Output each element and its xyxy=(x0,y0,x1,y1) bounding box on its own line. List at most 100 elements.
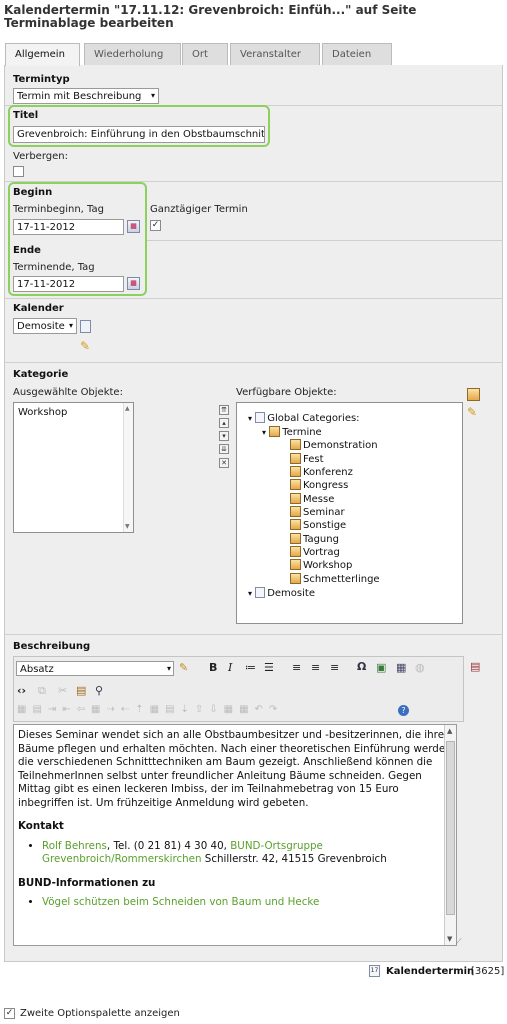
paste-icon[interactable]: ▤ xyxy=(76,684,86,698)
brush-icon[interactable]: ✎ xyxy=(179,661,188,675)
tree-item-label: Workshop xyxy=(303,560,353,571)
kalender-value: Demosite xyxy=(17,321,65,332)
editor-toggle-icon[interactable]: ▤ xyxy=(470,660,480,674)
tree-item[interactable]: Kongress xyxy=(290,479,348,492)
copy-icon[interactable]: ⧉ xyxy=(38,684,46,698)
selected-objects-label: Ausgewählte Objekte: xyxy=(13,387,123,398)
tab-dateien[interactable]: Dateien xyxy=(322,43,392,65)
new-record-icon[interactable] xyxy=(467,388,480,401)
tree-root[interactable]: ▾ Global Categories: xyxy=(248,412,360,425)
allday-label: Ganztägiger Termin xyxy=(150,204,248,215)
tree-item[interactable]: Demonstration xyxy=(290,439,378,452)
tree-item[interactable]: Sonstige xyxy=(290,519,346,532)
tree-root-label: Global Categories: xyxy=(267,413,360,424)
allday-checkbox[interactable]: ✓ xyxy=(150,220,161,231)
format-select[interactable]: Absatz ▾ xyxy=(16,661,174,676)
divider xyxy=(146,240,503,241)
folder-icon xyxy=(290,506,301,517)
remove-button[interactable]: ✕ xyxy=(219,458,229,468)
move-down-button[interactable]: ▾ xyxy=(219,431,229,441)
pencil-icon[interactable]: ✎ xyxy=(467,406,477,418)
divider xyxy=(4,634,503,635)
expand-icon[interactable]: ▾ xyxy=(248,589,252,598)
link-icon[interactable]: ◍ xyxy=(415,661,425,675)
verbergen-label: Verbergen: xyxy=(13,151,68,162)
tree-item[interactable]: Tagung xyxy=(290,533,339,546)
expand-icon[interactable]: ▾ xyxy=(262,428,266,437)
scrollbar[interactable]: ▲ ▼ xyxy=(123,403,133,532)
tree-root[interactable]: ▾ Demosite xyxy=(248,587,315,600)
tree-item-label: Kongress xyxy=(303,480,349,491)
scroll-thumb[interactable] xyxy=(446,741,455,915)
special-char-icon[interactable]: Ω xyxy=(357,660,366,674)
tree-item[interactable]: Fest xyxy=(290,453,324,466)
termintyp-select[interactable]: Termin mit Beschreibung ▾ xyxy=(13,88,159,104)
tree-item[interactable]: Messe xyxy=(290,493,334,506)
tab-veranstalter[interactable]: Veranstalter xyxy=(230,43,320,65)
beschreibung-label: Beschreibung xyxy=(13,641,91,652)
tree-item-label: Seminar xyxy=(303,507,345,518)
align-right-icon[interactable]: ≡ xyxy=(330,661,339,675)
tree-item[interactable]: Workshop xyxy=(290,559,352,572)
calendar-icon: 17 xyxy=(369,965,380,977)
termintyp-label: Termintyp xyxy=(13,74,70,85)
move-up-button[interactable]: ▴ xyxy=(219,418,229,428)
tree-item-label: Demonstration xyxy=(303,440,378,451)
page-icon[interactable] xyxy=(80,320,91,333)
folder-icon xyxy=(290,479,301,490)
available-objects-label: Verfügbare Objekte: xyxy=(236,387,337,398)
tree-folder[interactable]: ▾ Termine xyxy=(262,426,322,439)
chevron-down-icon: ▾ xyxy=(166,664,171,673)
move-bottom-button[interactable]: ⇊ xyxy=(219,444,229,454)
tree-item[interactable]: Schmetterlinge xyxy=(290,573,380,586)
selected-objects-list[interactable]: Workshop ▲ ▼ xyxy=(13,402,134,533)
table-icon[interactable]: ▦ xyxy=(396,661,406,675)
highlight-titel xyxy=(8,105,270,147)
tree-item[interactable]: Seminar xyxy=(290,506,345,519)
tab-ort[interactable]: Ort xyxy=(182,43,228,65)
expand-icon[interactable]: ▾ xyxy=(248,414,252,423)
unordered-list-icon[interactable]: ☰ xyxy=(264,661,274,675)
rich-text-editor[interactable]: Dieses Seminar wendet sich an alle Obstb… xyxy=(13,724,457,946)
italic-icon[interactable]: I xyxy=(228,661,232,675)
ordered-list-icon[interactable]: ≔ xyxy=(245,661,256,675)
page-icon xyxy=(255,412,266,423)
page-title: Kalendertermin "17.11.12: Grevenbroich: … xyxy=(4,3,417,30)
highlight-dates xyxy=(8,182,147,296)
tab-wiederholung[interactable]: Wiederholung xyxy=(84,43,181,65)
chevron-down-icon: ▾ xyxy=(150,91,155,100)
image-icon[interactable]: ▣ xyxy=(376,661,386,675)
info-list: Vögel schützen beim Schneiden von Baum u… xyxy=(42,896,452,910)
list-item[interactable]: Workshop xyxy=(18,407,67,418)
folder-icon xyxy=(290,519,301,530)
contact-link[interactable]: Rolf Behrens xyxy=(42,840,107,852)
pencil-icon[interactable]: ✎ xyxy=(80,340,90,352)
divider xyxy=(4,362,503,363)
info-link[interactable]: Vögel schützen beim Schneiden von Baum u… xyxy=(42,896,319,908)
tree-item[interactable]: Konferenz xyxy=(290,466,353,479)
tree-item[interactable]: Vortrag xyxy=(290,546,340,559)
find-icon[interactable]: ⚲ xyxy=(95,684,103,698)
cut-icon[interactable]: ✂ xyxy=(58,684,67,698)
scroll-up-icon[interactable]: ▲ xyxy=(447,727,452,735)
help-icon[interactable]: ? xyxy=(398,705,409,716)
verbergen-checkbox[interactable] xyxy=(13,166,24,177)
tree-folder-label: Termine xyxy=(282,427,322,438)
scroll-down-icon[interactable]: ▼ xyxy=(447,935,452,943)
editor-scrollbar[interactable]: ▲ ▼ xyxy=(444,725,456,945)
move-top-button[interactable]: ⇈ xyxy=(219,405,229,415)
kontakt-list: Rolf Behrens, Tel. (0 21 81) 4 30 40, BU… xyxy=(42,840,452,867)
align-left-icon[interactable]: ≡ xyxy=(292,661,301,675)
source-code-icon[interactable]: ‹› xyxy=(17,684,26,698)
tab-allgemein[interactable]: Allgemein xyxy=(5,43,80,66)
resize-handle[interactable]: ⟋ xyxy=(456,937,462,947)
align-center-icon[interactable]: ≡ xyxy=(311,661,320,675)
options-checkbox[interactable]: ✓ xyxy=(4,1008,15,1019)
tree-item-label: Schmetterlinge xyxy=(303,574,380,585)
record-type: Kalendertermin xyxy=(386,966,475,977)
category-tree[interactable]: ▾ Global Categories: ▾ Termine Demonstra… xyxy=(236,402,463,624)
folder-icon xyxy=(290,573,301,584)
kalender-select[interactable]: Demosite ▾ xyxy=(13,318,77,334)
bold-icon[interactable]: B xyxy=(209,661,217,675)
folder-icon xyxy=(290,559,301,570)
